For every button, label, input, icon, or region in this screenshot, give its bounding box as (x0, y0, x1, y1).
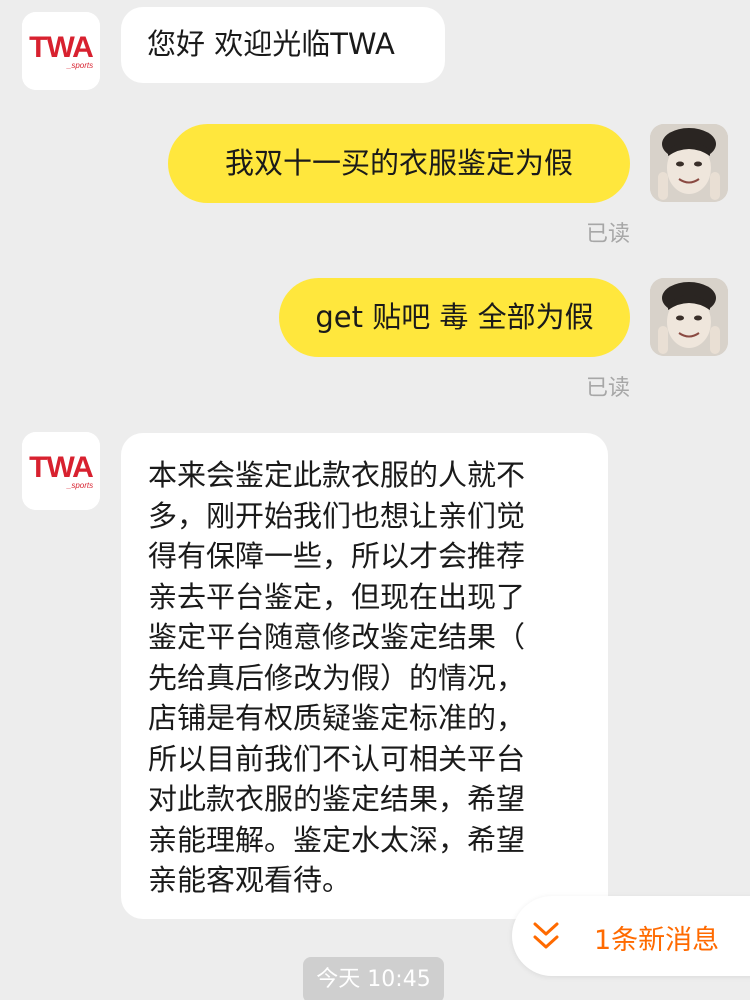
user-photo-icon (650, 278, 728, 356)
message-line: 店铺是有权质疑鉴定标准的， (148, 701, 526, 735)
message-line: 得有保障一些，所以才会推荐 (148, 539, 526, 573)
svg-text:_sports: _sports (66, 61, 93, 70)
message-text: 我双十一买的衣服鉴定为假 (224, 146, 573, 180)
message-bubble-user[interactable]: get 贴吧 毒 全部为假 (279, 278, 630, 357)
message-bubble-shop[interactable]: 本来会鉴定此款衣服的人就不 多，刚开始我们也想让亲们觉 得有保障一些，所以才会推… (121, 433, 608, 919)
svg-text:_sports: _sports (66, 481, 93, 490)
new-message-label: 1条新消息 (594, 925, 720, 956)
shop-avatar[interactable]: TWA _sports (22, 12, 100, 90)
svg-text:TWA: TWA (29, 31, 93, 64)
message-bubble-user[interactable]: 我双十一买的衣服鉴定为假 (168, 124, 630, 203)
twa-logo-icon: TWA _sports (22, 432, 100, 510)
message-line: 所以目前我们不认可相关平台 (148, 741, 526, 776)
message-line: 鉴定平台随意修改鉴定结果（ (148, 620, 526, 654)
read-status: 已读 (585, 222, 630, 247)
user-avatar[interactable] (650, 124, 728, 202)
message-line: 本来会鉴定此款衣服的人就不 (148, 458, 526, 492)
message-line: 亲能客观看待。 (148, 863, 352, 897)
read-status: 已读 (585, 376, 630, 401)
message-text: get 贴吧 毒 全部为假 (315, 300, 594, 334)
chat-window: TWA _sports 您好 欢迎光临TWA 我双十一买的衣服鉴定为假 已读 g… (0, 0, 750, 1000)
message-line: 亲能理解。鉴定水太深，希望 (148, 822, 526, 857)
message-line: 亲去平台鉴定，但现在出现了 (148, 579, 526, 614)
shop-avatar[interactable]: TWA _sports (22, 432, 100, 510)
message-line: 先给真后修改为假）的情况， (148, 660, 526, 695)
user-avatar[interactable] (650, 278, 728, 356)
message-line: 对此款衣服的鉴定结果，希望 (148, 782, 526, 816)
twa-logo-icon: TWA _sports (22, 12, 100, 90)
user-photo-icon (650, 124, 728, 202)
message-text: 您好 欢迎光临TWA (147, 27, 395, 61)
message-line: 多，刚开始我们也想让亲们觉 (148, 498, 526, 533)
double-chevron-down-icon (533, 922, 559, 949)
message-bubble-shop[interactable]: 您好 欢迎光临TWA (121, 7, 445, 83)
timestamp-text: 今天 10:45 (316, 967, 431, 992)
svg-text:TWA: TWA (29, 451, 93, 484)
new-message-button[interactable]: 1条新消息 (512, 896, 750, 976)
timestamp-badge: 今天 10:45 (303, 957, 444, 1000)
